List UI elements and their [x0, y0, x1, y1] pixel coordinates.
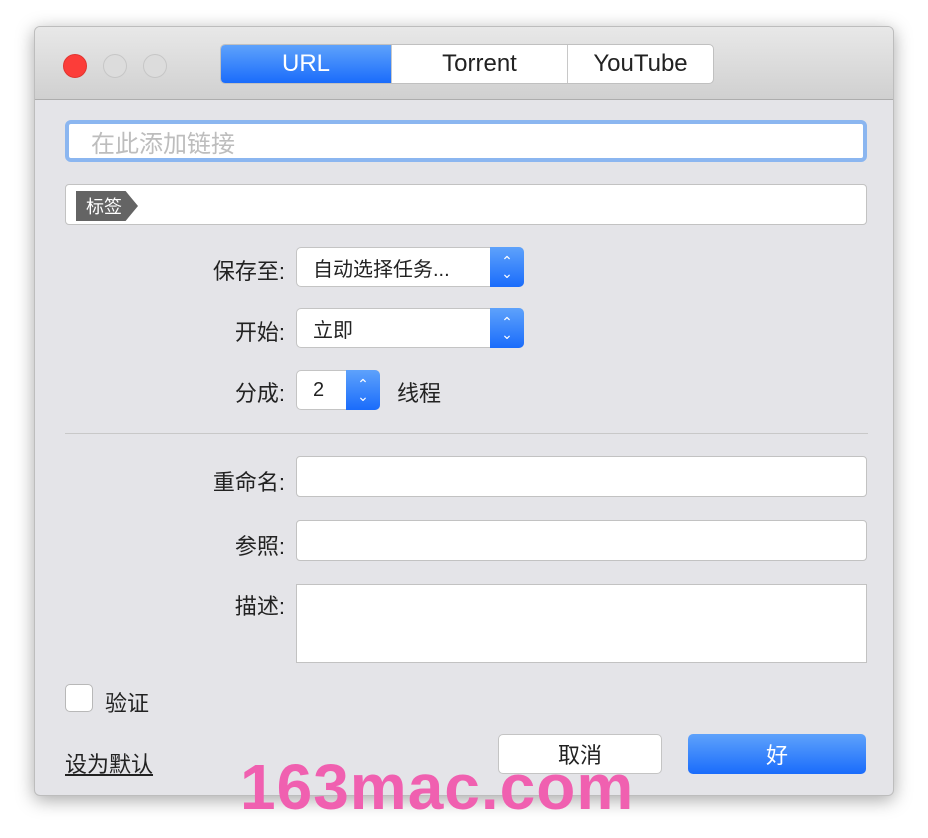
new-download-window: URL Torrent YouTube 在此添加链接 标签 保存至: 自动选择任… [34, 26, 894, 796]
source-tabs: URL Torrent YouTube [220, 44, 714, 84]
watermark: 163mac.com [240, 751, 635, 823]
title-bar: URL Torrent YouTube [35, 27, 893, 100]
minimize-button[interactable] [103, 54, 127, 78]
ok-button[interactable]: 好 [688, 734, 866, 774]
url-input[interactable]: 在此添加链接 [65, 120, 867, 162]
rename-label: 重命名: [212, 470, 285, 495]
referer-input[interactable] [296, 520, 867, 561]
chevron-updown-icon: ⌃ ⌄ [490, 308, 524, 348]
description-textarea[interactable] [296, 584, 867, 663]
start-select[interactable]: 立即 ⌃ ⌄ [296, 308, 524, 348]
divider [65, 433, 868, 434]
tag-label: 标签 [76, 191, 138, 221]
description-label: 描述: [234, 594, 285, 619]
save-to-label: 保存至: [212, 259, 285, 284]
start-value: 立即 [313, 319, 353, 342]
referer-label: 参照: [234, 534, 285, 559]
close-button[interactable] [63, 54, 87, 78]
save-to-select[interactable]: 自动选择任务... ⌃ ⌄ [296, 247, 524, 287]
start-label: 开始: [234, 320, 285, 345]
threads-suffix: 线程 [397, 381, 442, 406]
verify-label: 验证 [105, 691, 150, 716]
save-to-value: 自动选择任务... [313, 258, 450, 281]
tab-torrent[interactable]: Torrent [391, 45, 567, 83]
chevron-updown-icon: ⌃ ⌄ [490, 247, 524, 287]
tag-field[interactable]: 标签 [65, 184, 867, 225]
rename-input[interactable] [296, 456, 867, 497]
split-label: 分成: [234, 381, 285, 406]
stepper-arrows-icon[interactable]: ⌃ ⌄ [346, 370, 380, 410]
tab-url[interactable]: URL [221, 45, 391, 83]
tab-youtube[interactable]: YouTube [567, 45, 713, 83]
threads-stepper[interactable]: 2 ⌃ ⌄ [296, 370, 380, 410]
threads-value: 2 [313, 378, 325, 401]
verify-checkbox[interactable] [65, 684, 93, 712]
set-default-link[interactable]: 设为默认 [65, 747, 215, 779]
zoom-button[interactable] [143, 54, 167, 78]
